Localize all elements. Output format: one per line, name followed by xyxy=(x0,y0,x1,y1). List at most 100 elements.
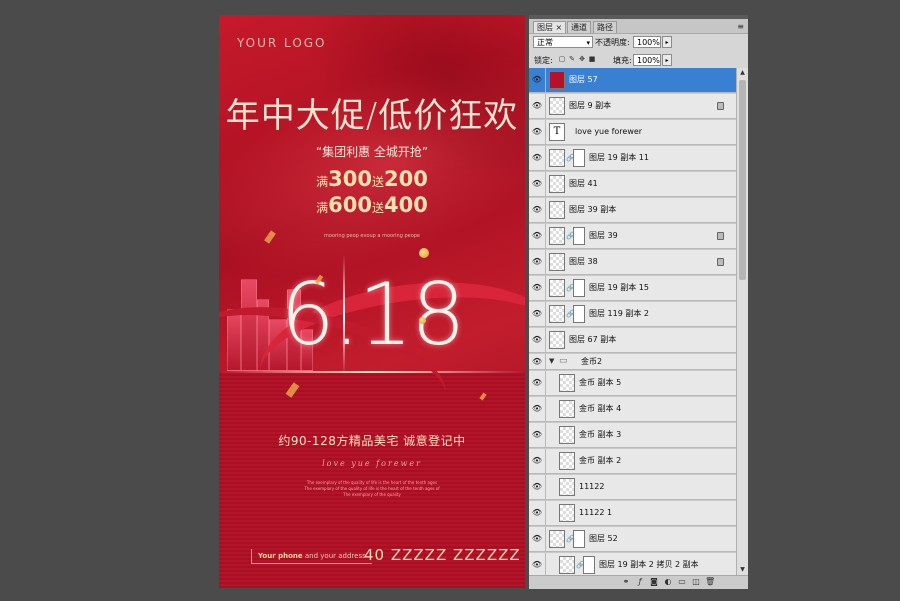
layer-row[interactable]: 👁 金币 副本 5 xyxy=(529,371,736,396)
poster-slogan: “集团利惠 全城开抢” xyxy=(315,145,429,159)
fill-label: 填充: xyxy=(613,56,632,65)
fill-slider-button[interactable]: ▸ xyxy=(662,54,672,66)
eye-icon[interactable]: 👁 xyxy=(529,120,546,144)
layer-row[interactable]: 👁 金币 副本 3 xyxy=(529,423,736,448)
layer-thumbnail xyxy=(559,452,575,470)
layer-name: 图层 52 xyxy=(589,534,618,543)
layer-thumbnail xyxy=(559,426,575,444)
layer-row[interactable]: 👁 图层 67 副本 xyxy=(529,328,736,353)
eye-icon[interactable]: 👁 xyxy=(529,224,546,248)
layer-name: 图层 19 副本 15 xyxy=(589,283,649,292)
layer-mask-thumbnail[interactable] xyxy=(573,227,585,245)
eye-icon[interactable]: 👁 xyxy=(529,68,546,92)
layer-row[interactable]: 👁 11122 1 xyxy=(529,501,736,526)
lock-icon xyxy=(717,232,724,240)
eye-icon[interactable]: 👁 xyxy=(529,94,546,118)
layer-row[interactable]: 👁 金币 副本 4 xyxy=(529,397,736,422)
layer-row[interactable]: 👁 图层 57 xyxy=(529,68,736,93)
layer-name: 图层 19 副本 11 xyxy=(589,153,649,162)
fine-print: The exemplary of the quality xyxy=(343,492,401,497)
scrollbar-thumb[interactable] xyxy=(739,80,746,280)
scroll-down-icon[interactable]: ▼ xyxy=(737,565,748,575)
panel-menu-icon[interactable]: ≡ xyxy=(737,22,744,31)
tab-channels[interactable]: 通道 xyxy=(567,21,591,33)
phone-number: 40 ZZZZZ ZZZZZZ xyxy=(364,546,521,564)
eye-icon[interactable]: 👁 xyxy=(529,198,546,222)
eye-icon[interactable]: 👁 xyxy=(529,302,546,326)
lock-label: 锁定: xyxy=(534,56,553,65)
layer-mask-thumbnail[interactable] xyxy=(573,149,585,167)
eye-icon[interactable]: 👁 xyxy=(529,146,546,170)
layer-name: 图层 41 xyxy=(569,179,598,188)
lock-pixels-icon[interactable]: ✎ xyxy=(568,55,576,63)
add-mask-icon[interactable]: ◙ xyxy=(649,577,659,587)
eye-icon[interactable]: 👁 xyxy=(529,527,546,551)
chevron-down-icon: ▾ xyxy=(586,39,590,47)
layer-group-row[interactable]: 👁 ▼ ▭ 金币2 xyxy=(529,354,736,370)
layer-row[interactable]: 👁 🔗 图层 19 副本 15 xyxy=(529,276,736,301)
tab-layers[interactable]: 图层 × xyxy=(533,21,567,33)
fine-print: The exemplary of the quality of life is … xyxy=(306,480,438,485)
layer-thumbnail xyxy=(549,253,565,271)
layer-row[interactable]: 👁 图层 38 xyxy=(529,250,736,275)
layer-name: 金币 副本 5 xyxy=(579,378,622,387)
fill-input[interactable]: 100% xyxy=(633,54,661,66)
layer-row[interactable]: 👁 🔗 图层 19 副本 2 拷贝 2 副本 xyxy=(529,553,736,575)
eye-icon[interactable]: 👁 xyxy=(529,354,546,369)
eye-icon[interactable]: 👁 xyxy=(529,553,546,575)
layer-row[interactable]: 👁 图层 41 xyxy=(529,172,736,197)
layer-mask-thumbnail[interactable] xyxy=(583,556,595,574)
script-text: love yue forewer xyxy=(322,459,422,468)
layer-row[interactable]: 👁 T love yue forewer xyxy=(529,120,736,145)
eye-icon[interactable]: 👁 xyxy=(529,475,546,499)
blend-mode-select[interactable]: 正常 ▾ xyxy=(533,36,593,48)
layer-name: 图层 38 xyxy=(569,257,598,266)
new-group-icon[interactable]: ▭ xyxy=(677,577,687,587)
layer-row[interactable]: 👁 11122 xyxy=(529,475,736,500)
layer-mask-thumbnail[interactable] xyxy=(573,530,585,548)
link-layers-icon[interactable]: ⚭ xyxy=(621,577,631,587)
eye-icon[interactable]: 👁 xyxy=(529,449,546,473)
layer-name: 图层 57 xyxy=(569,75,598,84)
lock-all-icon[interactable]: ■ xyxy=(588,55,596,63)
close-icon[interactable]: × xyxy=(556,23,563,32)
eye-icon[interactable]: 👁 xyxy=(529,371,546,395)
layer-thumbnail xyxy=(559,504,575,522)
adjustment-layer-icon[interactable]: ◐ xyxy=(663,577,673,587)
layer-list[interactable]: 👁 图层 57 👁 图层 9 副本 👁 T love yue forewer 👁… xyxy=(529,68,736,575)
layer-row[interactable]: 👁 图层 9 副本 xyxy=(529,94,736,119)
scroll-up-icon[interactable]: ▲ xyxy=(737,68,748,78)
opacity-slider-button[interactable]: ▸ xyxy=(662,36,672,48)
fx-icon[interactable]: ƒ xyxy=(635,577,645,587)
layer-name: love yue forewer xyxy=(575,127,643,136)
layer-thumbnail xyxy=(559,400,575,418)
layer-row[interactable]: 👁 🔗 图层 52 xyxy=(529,527,736,552)
chevron-down-icon[interactable]: ▼ xyxy=(549,354,554,369)
tab-paths[interactable]: 路径 xyxy=(593,21,617,33)
eye-icon[interactable]: 👁 xyxy=(529,328,546,352)
document-canvas[interactable]: YOUR LOGO 年中大促/低价狂欢 “集团利惠 全城开抢” 满300送200… xyxy=(219,15,525,588)
poster-headline: 年中大促/低价狂欢 xyxy=(225,96,519,136)
layer-mask-thumbnail[interactable] xyxy=(573,305,585,323)
new-layer-icon[interactable]: ◫ xyxy=(691,577,701,587)
layer-row[interactable]: 👁 金币 副本 2 xyxy=(529,449,736,474)
eye-icon[interactable]: 👁 xyxy=(529,423,546,447)
layer-name: 11122 1 xyxy=(579,508,613,517)
eye-icon[interactable]: 👁 xyxy=(529,276,546,300)
layer-thumbnail xyxy=(549,227,565,245)
layer-list-scrollbar[interactable]: ▲ ▼ xyxy=(736,68,748,575)
layer-row[interactable]: 👁 图层 39 副本 xyxy=(529,198,736,223)
layer-row[interactable]: 👁 🔗 图层 19 副本 11 xyxy=(529,146,736,171)
lock-position-icon[interactable]: ✥ xyxy=(578,55,586,63)
eye-icon[interactable]: 👁 xyxy=(529,172,546,196)
layer-row[interactable]: 👁 🔗 图层 119 副本 2 xyxy=(529,302,736,327)
opacity-input[interactable]: 100% xyxy=(633,36,661,48)
eye-icon[interactable]: 👁 xyxy=(529,501,546,525)
trash-icon[interactable]: 🗑 xyxy=(705,577,715,587)
layer-name: 图层 67 副本 xyxy=(569,335,617,344)
eye-icon[interactable]: 👁 xyxy=(529,250,546,274)
layer-mask-thumbnail[interactable] xyxy=(573,279,585,297)
lock-transparency-icon[interactable]: ▢ xyxy=(558,55,566,63)
eye-icon[interactable]: 👁 xyxy=(529,397,546,421)
layer-row[interactable]: 👁 🔗 图层 39 xyxy=(529,224,736,249)
